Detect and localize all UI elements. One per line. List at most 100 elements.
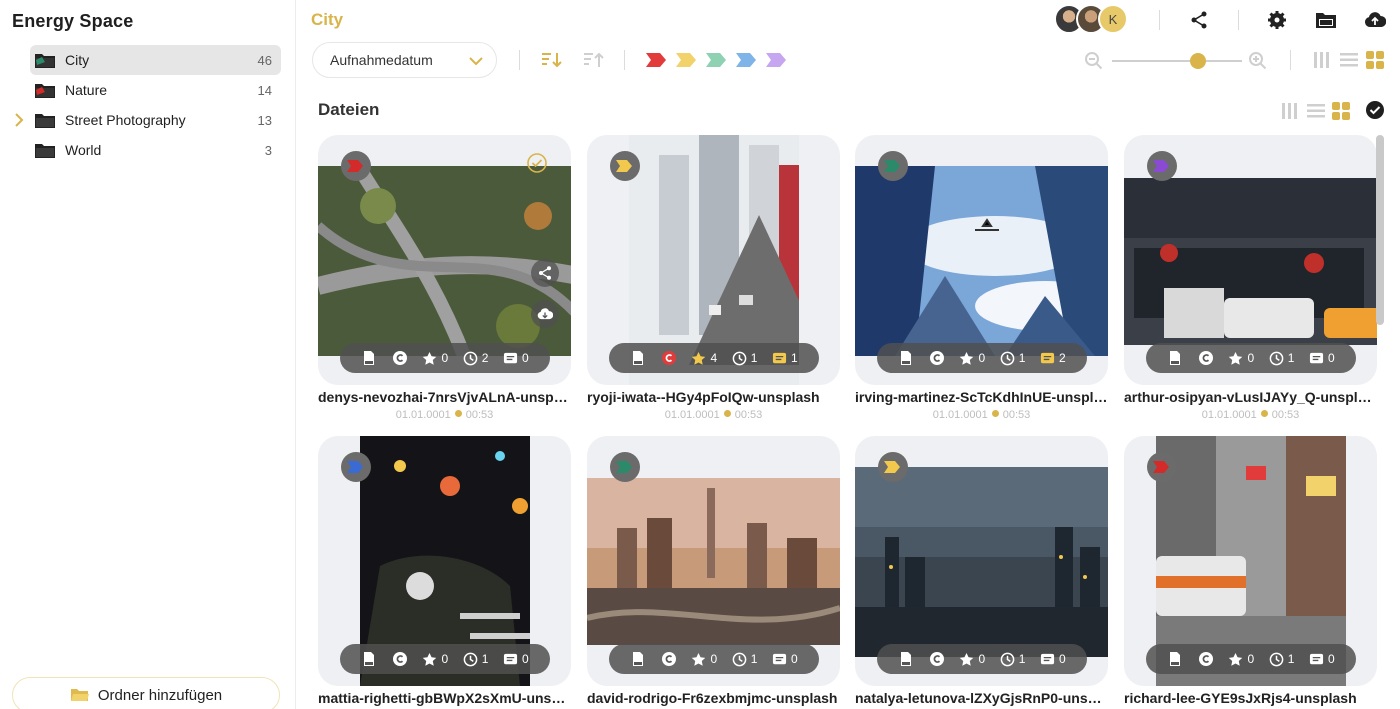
tag-filter-chip[interactable]	[736, 53, 756, 67]
copyright-status[interactable]	[1198, 651, 1214, 667]
comment-count[interactable]: 0	[1309, 652, 1335, 667]
columns-view-icon[interactable]	[1280, 101, 1300, 121]
file-name[interactable]: david-rodrigo-Fr6zexbmjmc-unsplash	[587, 690, 840, 706]
file-card[interactable]: 0 1 0	[587, 436, 840, 686]
comment-icon	[1309, 653, 1324, 664]
chevron-right-icon[interactable]	[12, 113, 26, 127]
tag-icon	[347, 160, 363, 172]
add-folder-button[interactable]: Ordner hinzufügen	[12, 677, 280, 709]
comment-count[interactable]: 0	[503, 351, 529, 366]
copyright-icon	[392, 652, 407, 666]
comment-count[interactable]: 2	[1040, 351, 1066, 366]
rating[interactable]: 0	[1228, 652, 1254, 667]
folder-count: 13	[257, 112, 272, 128]
file-name[interactable]: ryoji-iwata--HGy4pFoIQw-unsplash	[587, 389, 840, 405]
file-card[interactable]: 0 1 2	[855, 135, 1108, 385]
copyright-status[interactable]	[929, 350, 945, 366]
file-thumbnail[interactable]	[318, 162, 571, 369]
file-name[interactable]: arthur-osipyan-vLusIJAYy_Q-unsplash	[1124, 389, 1377, 405]
copyright-status[interactable]	[1198, 350, 1214, 366]
folder-item-nature[interactable]: Nature 14	[30, 75, 281, 105]
copyright-status[interactable]	[661, 350, 677, 366]
list-view-icon[interactable]	[1306, 101, 1326, 121]
color-tag-badge[interactable]	[341, 452, 371, 482]
collaborator-avatars[interactable]: K	[1054, 4, 1134, 36]
copyright-status[interactable]	[661, 651, 677, 667]
rating[interactable]: 4	[691, 351, 717, 366]
color-tag-badge[interactable]	[1147, 452, 1177, 482]
copyright-status[interactable]	[392, 651, 408, 667]
comment-count[interactable]: 0	[1309, 351, 1335, 366]
file-card[interactable]: 0 1 0	[1124, 135, 1377, 385]
color-tag-badge[interactable]	[1147, 151, 1177, 181]
file-name[interactable]: richard-lee-GYE9sJxRjs4-unsplash	[1124, 690, 1377, 706]
comment-count[interactable]: 0	[503, 652, 529, 667]
file-card[interactable]: 4 1 1	[587, 135, 840, 385]
list-view-icon[interactable]	[1339, 50, 1359, 70]
scrollbar[interactable]	[1376, 135, 1384, 325]
share-icon[interactable]	[531, 259, 559, 287]
file-card[interactable]: 0 1 0	[318, 436, 571, 686]
rating[interactable]: 0	[959, 652, 985, 667]
grid-view-icon[interactable]	[1331, 101, 1351, 121]
rating[interactable]: 0	[691, 652, 717, 667]
comment-count[interactable]: 1	[772, 351, 798, 366]
folder-item-world[interactable]: World 3	[30, 135, 281, 165]
copyright-status[interactable]	[392, 350, 408, 366]
file-name[interactable]: denys-nevozhai-7nrsVjvALnA-unsplash	[318, 389, 571, 405]
zoom-slider-handle[interactable]	[1190, 53, 1206, 69]
star-icon	[692, 652, 706, 666]
file-card[interactable]: 0 1 0	[1124, 436, 1377, 686]
color-tag-badge[interactable]	[610, 151, 640, 181]
comment-count-value: 0	[790, 652, 798, 666]
file-thumbnail[interactable]	[855, 467, 1108, 657]
rating[interactable]: 0	[422, 652, 448, 667]
color-tag-badge[interactable]	[610, 452, 640, 482]
cloud-download-icon[interactable]	[531, 300, 559, 328]
cloud-upload-icon[interactable]	[1363, 9, 1387, 31]
zoom-in-icon[interactable]	[1248, 51, 1268, 71]
file-name[interactable]: mattia-righetti-gbBWpX2sXmU-unsplash	[318, 690, 571, 706]
rating[interactable]: 0	[959, 351, 985, 366]
views-icon	[1269, 652, 1284, 666]
grid-view-icon[interactable]	[1365, 50, 1385, 70]
gear-icon[interactable]	[1266, 9, 1288, 31]
color-tag-badge[interactable]	[878, 452, 908, 482]
file-name[interactable]: natalya-letunova-lZXyGjsRnP0-unsplash	[855, 690, 1108, 706]
color-tag-badge[interactable]	[341, 151, 371, 181]
tag-filter-chip[interactable]	[646, 53, 666, 67]
folder-item-street-photography[interactable]: Street Photography 13	[30, 105, 281, 135]
tag-filter-chip[interactable]	[706, 53, 726, 67]
file-thumbnail[interactable]	[855, 166, 1108, 356]
zoom-slider-track[interactable]	[1112, 60, 1242, 62]
share-icon[interactable]	[1188, 9, 1210, 31]
tag-filter-chip[interactable]	[676, 53, 696, 67]
select-check-icon[interactable]	[525, 151, 549, 175]
sort-ascending-icon[interactable]	[582, 50, 606, 70]
rating[interactable]: 0	[1228, 351, 1254, 366]
folder-manage-icon[interactable]	[1314, 9, 1338, 31]
color-tag-badge[interactable]	[878, 151, 908, 181]
sort-select[interactable]: Aufnahmedatum	[312, 42, 497, 78]
columns-view-icon[interactable]	[1312, 50, 1332, 70]
file-thumbnail[interactable]	[1124, 178, 1377, 345]
tag-filter-chip[interactable]	[766, 53, 786, 67]
comment-count[interactable]: 0	[1040, 652, 1066, 667]
copyright-status[interactable]	[929, 651, 945, 667]
zoom-out-icon[interactable]	[1084, 51, 1104, 71]
file-card[interactable]: 0 2 0	[318, 135, 571, 385]
tag-icon	[347, 461, 363, 473]
rating[interactable]: 0	[422, 351, 448, 366]
tag-icon	[884, 160, 900, 172]
file-info-bar: 0 1 0	[1146, 644, 1356, 674]
file-card[interactable]: 0 1 0	[855, 436, 1108, 686]
folder-label: Street Photography	[65, 112, 186, 128]
file-meta: 01.01.0001 00:53	[1124, 409, 1377, 421]
comment-count[interactable]: 0	[772, 652, 798, 667]
file-thumbnail[interactable]	[587, 478, 840, 648]
sort-descending-icon[interactable]	[540, 50, 564, 70]
file-name[interactable]: irving-martinez-ScTcKdhInUE-unsplash	[855, 389, 1108, 405]
breadcrumb[interactable]: City	[311, 10, 343, 30]
folder-item-city[interactable]: City 46	[30, 45, 281, 75]
select-all-check-icon[interactable]	[1365, 100, 1385, 120]
